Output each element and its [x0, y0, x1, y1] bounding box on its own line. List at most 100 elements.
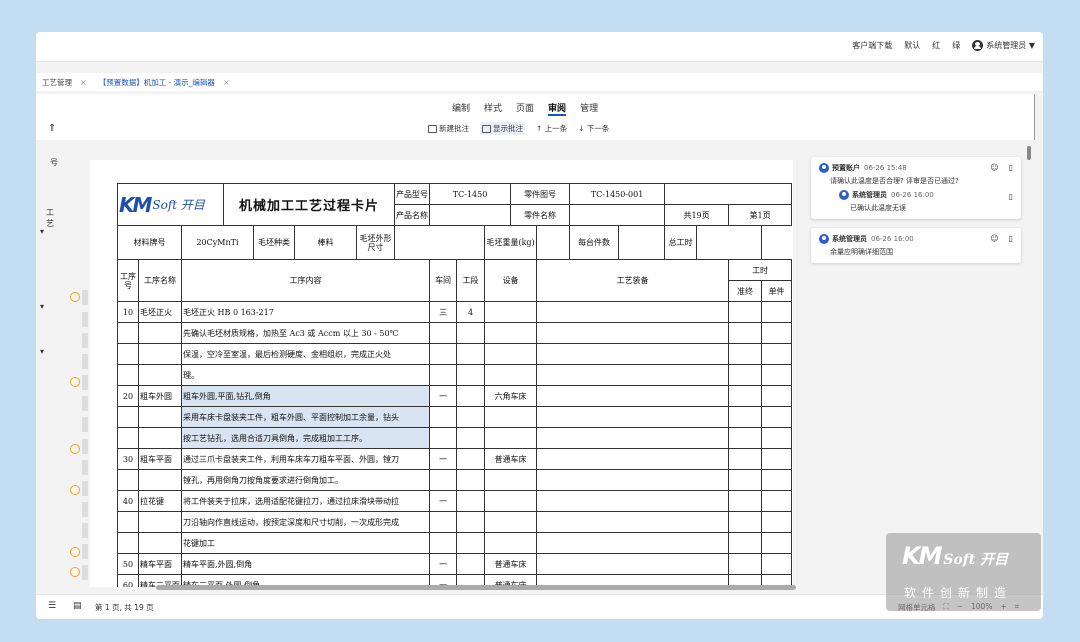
reply-icon[interactable]: ☺: [990, 163, 998, 172]
unit-time-cell[interactable]: [761, 511, 793, 533]
process-no[interactable]: [117, 511, 139, 533]
comment-marker-icon[interactable]: [70, 292, 80, 302]
row-handle[interactable]: [82, 396, 88, 411]
card-title-cell[interactable]: 机械加工工艺过程卡片: [223, 183, 395, 226]
process-no[interactable]: 20: [117, 385, 139, 407]
workshop-cell[interactable]: 三: [429, 301, 458, 323]
process-name[interactable]: [138, 406, 182, 428]
row-handle[interactable]: [82, 375, 88, 390]
header-equipment[interactable]: 设备: [484, 259, 538, 302]
show-comment-button[interactable]: 显示批注: [480, 122, 525, 135]
section-cell[interactable]: [456, 406, 486, 428]
theme-green[interactable]: 绿: [952, 40, 960, 51]
process-name[interactable]: [138, 427, 182, 449]
row-handle[interactable]: [82, 502, 88, 517]
process-content[interactable]: 保温，空冷至室温，最后检测硬度、金相组织，完成正火处: [180, 343, 431, 365]
workshop-cell[interactable]: [429, 343, 458, 365]
product-model-value[interactable]: TC-1450: [429, 183, 512, 205]
workshop-cell[interactable]: [429, 532, 458, 554]
section-cell[interactable]: [456, 385, 486, 407]
section-cell[interactable]: [456, 448, 486, 470]
next-comment-button[interactable]: ↓ 下一条: [578, 123, 609, 134]
tab-editor[interactable]: 【预置数据】机加工 - 演示_编辑器 ×: [93, 77, 236, 88]
section-cell[interactable]: [456, 490, 486, 512]
unit-time-cell[interactable]: [761, 364, 793, 386]
unit-time-cell[interactable]: [761, 490, 793, 512]
delete-icon[interactable]: ▯: [1009, 234, 1013, 243]
part-no-label[interactable]: 零件图号: [510, 183, 571, 205]
workshop-cell[interactable]: [429, 427, 458, 449]
process-name[interactable]: [138, 511, 182, 533]
tooling-cell[interactable]: [536, 553, 730, 575]
process-content[interactable]: 按工艺钻孔，选用合适刀具倒角，完成粗加工工序。: [180, 427, 431, 449]
process-content[interactable]: 刀沿轴向作直线运动，按预定深度和尺寸切削，一次成形完成: [180, 511, 431, 533]
process-no[interactable]: [117, 322, 139, 344]
prep-time-cell[interactable]: [728, 406, 763, 428]
part-no-value[interactable]: TC-1450-001: [569, 183, 666, 205]
blank-weight-label[interactable]: 毛坯重量(kg): [484, 225, 538, 260]
process-name[interactable]: [138, 364, 182, 386]
equipment-cell[interactable]: [484, 322, 538, 344]
equipment-cell[interactable]: [484, 427, 538, 449]
process-content[interactable]: 通过三爪卡盘装夹工件，利用车床车刀粗车平面、外圆，镗刀: [180, 448, 431, 470]
process-name[interactable]: [138, 469, 182, 491]
comment-marker-icon[interactable]: [70, 567, 80, 577]
tooling-cell[interactable]: [536, 511, 730, 533]
section-cell[interactable]: [456, 322, 486, 344]
equipment-cell[interactable]: [484, 406, 538, 428]
header-section[interactable]: 工段: [456, 259, 486, 302]
prep-time-cell[interactable]: [728, 427, 763, 449]
unit-time-cell[interactable]: [761, 385, 793, 407]
process-name[interactable]: 精车平面: [138, 553, 182, 575]
tooling-cell[interactable]: [536, 469, 730, 491]
unit-time-cell[interactable]: [761, 343, 793, 365]
row-handle[interactable]: [82, 333, 88, 348]
process-content[interactable]: 理。: [180, 364, 431, 386]
unit-time-cell[interactable]: [761, 532, 793, 554]
row-handle[interactable]: [82, 481, 88, 496]
total-hours-label[interactable]: 总工时: [664, 225, 698, 260]
comment-marker-icon[interactable]: [70, 485, 80, 495]
workshop-cell[interactable]: 一: [429, 385, 458, 407]
process-no[interactable]: 10: [117, 301, 139, 323]
tooling-cell[interactable]: [536, 343, 730, 365]
prep-time-cell[interactable]: [728, 469, 763, 491]
row-handle[interactable]: [82, 312, 88, 327]
unit-time-cell[interactable]: [761, 448, 793, 470]
unit-time-cell[interactable]: [761, 553, 793, 575]
chevron-down-icon[interactable]: ▾: [40, 302, 44, 311]
equipment-cell[interactable]: [484, 343, 538, 365]
process-name[interactable]: 拉花键: [138, 490, 182, 512]
section-cell[interactable]: [456, 511, 486, 533]
row-handle[interactable]: [82, 290, 88, 305]
header-content[interactable]: 工序内容: [180, 259, 431, 302]
workshop-cell[interactable]: [429, 511, 458, 533]
process-name[interactable]: 粗车外圆: [138, 385, 182, 407]
process-no[interactable]: [117, 406, 139, 428]
process-no[interactable]: 60: [117, 574, 139, 587]
close-icon[interactable]: ×: [223, 78, 230, 87]
process-no[interactable]: [117, 469, 139, 491]
equipment-cell[interactable]: 六角车床: [484, 385, 538, 407]
prev-comment-button[interactable]: ↑ 上一条: [536, 123, 567, 134]
tab-process-mgmt[interactable]: 工艺管理 ×: [36, 77, 93, 88]
row-handle[interactable]: [82, 544, 88, 559]
page-no[interactable]: 第1页: [728, 204, 793, 226]
header-process-name[interactable]: 工序名称: [138, 259, 182, 302]
unit-time-cell[interactable]: [761, 301, 793, 323]
part-name-label[interactable]: 零件名称: [510, 204, 571, 226]
workshop-cell[interactable]: 一: [429, 553, 458, 575]
section-cell[interactable]: 4: [456, 301, 486, 323]
process-content[interactable]: 采用车床卡盘装夹工件，粗车外圆、平面控制加工余量，钻头: [180, 406, 431, 428]
chevron-down-icon[interactable]: ▾: [40, 347, 44, 356]
row-handle[interactable]: [82, 439, 88, 454]
product-model-label[interactable]: 产品型号: [393, 183, 431, 205]
comment-marker-icon[interactable]: [70, 444, 80, 454]
blank-type-label[interactable]: 毛坯种类: [253, 225, 295, 260]
process-card-table[interactable]: KM Soft 开目 机械加工工艺过程卡片 产品型号 TC-1450 零件图号 TC-145…: [117, 183, 793, 587]
chevron-down-icon[interactable]: ▾: [40, 227, 44, 236]
section-cell[interactable]: [456, 553, 486, 575]
process-content[interactable]: 镗孔，再用倒角刀按角度要求进行倒角加工。: [180, 469, 431, 491]
pin-icon[interactable]: ⇑: [48, 123, 56, 134]
tooling-cell[interactable]: [536, 532, 730, 554]
